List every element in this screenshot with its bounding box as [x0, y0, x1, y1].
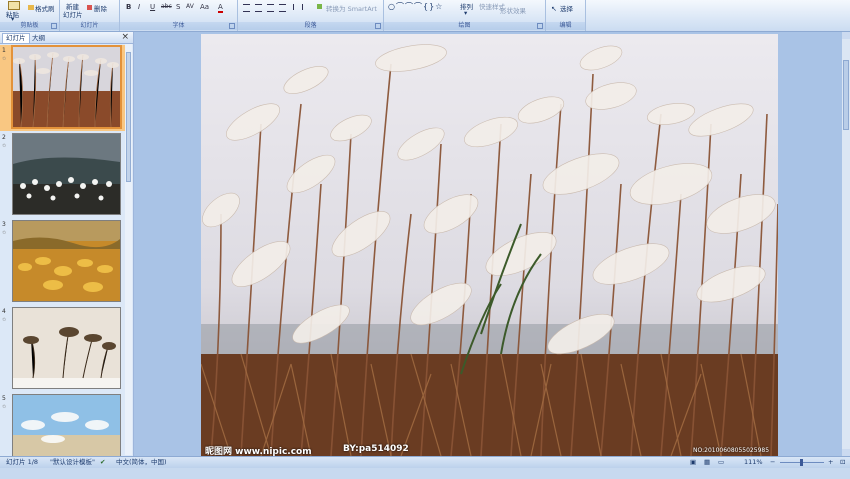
scroll-up-icon[interactable]: [842, 32, 850, 39]
clipboard-launcher-icon[interactable]: [51, 23, 57, 29]
slide-thumbnail-4[interactable]: 4 ✩: [0, 306, 126, 392]
paragraph-launcher-icon[interactable]: [375, 23, 381, 29]
select-icon: ↖: [551, 5, 557, 13]
change-case-button[interactable]: Aa: [200, 3, 209, 11]
slide-thumbnail-image: [12, 307, 121, 389]
watermark-site: 昵图网 www.nipic.com: [205, 447, 312, 456]
smartart-icon: [317, 4, 322, 9]
align-center-icon[interactable]: [255, 4, 262, 12]
drawing-group: ○⌒⌒⌒{}☆ 排列 ▾ 快速样式 形状效果 绘图: [384, 0, 546, 31]
view-normal-icon[interactable]: ▣: [690, 457, 696, 468]
reed-thumbnail-2: [13, 134, 120, 214]
current-slide[interactable]: 昵图网 www.nipic.com BY:pa514092 NO:2010060…: [201, 34, 778, 456]
thumbnail-scrollbar[interactable]: [125, 44, 132, 455]
reed-thumbnail-3: [13, 221, 120, 301]
paragraph-group-label: 段落: [238, 22, 383, 30]
align-left-icon[interactable]: [243, 4, 250, 12]
font-color-button[interactable]: A: [218, 3, 223, 13]
slide-thumbnail-image: [12, 220, 121, 302]
thumbnail-scroll-thumb[interactable]: [126, 52, 131, 182]
zoom-slider-thumb[interactable]: [800, 459, 803, 466]
spellcheck-icon[interactable]: ✔: [100, 457, 105, 468]
pane-tabs: 幻灯片 大纲 ×: [0, 32, 133, 44]
animation-star-icon: ✩: [2, 143, 7, 149]
bold-button[interactable]: B: [126, 3, 131, 11]
slides-group-label: 幻灯片: [60, 22, 119, 30]
drawing-launcher-icon[interactable]: [537, 23, 543, 29]
format-painter-icon: [28, 5, 34, 10]
ribbon: 粘贴 ▾ 格式刷 剪贴板 新建 幻灯片 删除 幻灯片 B I U abc S A…: [0, 0, 850, 32]
clipboard-group: 粘贴 ▾ 格式刷 剪贴板: [0, 0, 60, 31]
status-bar: 幻灯片 1/8 "默认设计模板" ✔ 中文(简体，中国) ▣ ▦ ▭ 111% …: [0, 456, 850, 468]
delete-icon: [87, 5, 92, 10]
animation-star-icon: ✩: [2, 317, 7, 323]
format-painter-button[interactable]: 格式刷: [35, 3, 55, 13]
scroll-down-icon[interactable]: [842, 449, 850, 456]
font-launcher-icon[interactable]: [229, 23, 235, 29]
char-spacing-button[interactable]: AV: [186, 3, 194, 10]
view-show-icon[interactable]: ▭: [718, 457, 724, 468]
animation-star-icon: ✩: [2, 230, 7, 236]
arrange-dropdown-icon[interactable]: ▾: [464, 9, 467, 17]
view-sorter-icon[interactable]: ▦: [704, 457, 710, 468]
align-right-icon[interactable]: [267, 4, 274, 12]
slide-thumbnail-image: [11, 45, 122, 129]
reed-photo: [201, 34, 778, 456]
tab-outline[interactable]: 大纲: [28, 33, 49, 43]
shadow-button[interactable]: S: [176, 3, 180, 11]
close-icon[interactable]: ×: [121, 32, 129, 43]
theme-name: "默认设计模板": [50, 458, 95, 466]
slide-thumbnail-image: [12, 133, 121, 215]
shape-effects-button[interactable]: 形状效果: [500, 5, 526, 15]
delete-button[interactable]: 删除: [94, 3, 107, 13]
slides-pane: 幻灯片 大纲 × 1 ✩ 2 ✩ 3 ✩ 4 ✩ 5 ✩: [0, 32, 134, 458]
slide-thumbnail-image: [12, 394, 121, 458]
zoom-out-icon[interactable]: −: [770, 457, 775, 468]
slide-number: 1: [2, 47, 6, 54]
watermark-number: NO:20100608055025985: [693, 447, 770, 454]
font-group-label: 字体: [120, 22, 237, 30]
animation-star-icon: ✩: [2, 404, 7, 410]
slide-thumbnail-2[interactable]: 2 ✩: [0, 132, 126, 218]
fit-window-icon[interactable]: ⊡: [840, 457, 845, 468]
reed-thumbnail-4: [13, 308, 120, 388]
watermark-author: BY:pa514092: [343, 444, 409, 454]
reed-thumbnail-5: [13, 395, 120, 457]
slide-thumbnail-3[interactable]: 3 ✩: [0, 219, 126, 305]
drawing-group-label: 绘图: [384, 22, 545, 30]
zoom-in-icon[interactable]: +: [828, 457, 833, 468]
editing-group: ↖ 选择 编辑: [546, 0, 586, 31]
language-status: 中文(简体，中国): [116, 458, 167, 466]
slide-number: 3: [2, 221, 6, 228]
justify-icon[interactable]: [279, 4, 286, 12]
reed-thumbnail-1: [13, 47, 120, 127]
columns-icon[interactable]: [293, 4, 303, 10]
editing-group-label: 编辑: [546, 22, 585, 30]
slide-thumbnail-1[interactable]: 1 ✩: [0, 45, 126, 131]
slide-count: 幻灯片 1/8: [6, 458, 39, 466]
slide-number: 2: [2, 134, 6, 141]
slide-editor: 昵图网 www.nipic.com BY:pa514092 NO:2010060…: [134, 32, 842, 456]
editor-scroll-thumb[interactable]: [843, 60, 849, 130]
convert-smartart-button[interactable]: 转换为 SmartArt: [326, 3, 377, 13]
zoom-level[interactable]: 111%: [744, 457, 763, 468]
animation-star-icon: ✩: [2, 56, 7, 62]
font-group: B I U abc S AV Aa A 字体: [120, 0, 238, 31]
select-button[interactable]: 选择: [560, 3, 573, 13]
slides-group: 新建 幻灯片 删除 幻灯片: [60, 0, 120, 31]
slide-number: 4: [2, 308, 6, 315]
underline-button[interactable]: U: [150, 3, 155, 11]
editor-scrollbar[interactable]: [842, 32, 850, 456]
slide-number: 5: [2, 395, 6, 402]
shapes-gallery[interactable]: ○⌒⌒⌒{}☆: [388, 1, 443, 12]
italic-button[interactable]: I: [138, 3, 140, 11]
paragraph-group: 转换为 SmartArt 段落: [238, 0, 384, 31]
tab-slides[interactable]: 幻灯片: [2, 33, 30, 43]
strikethrough-button[interactable]: abc: [161, 3, 172, 10]
new-slide-button-line2[interactable]: 幻灯片: [63, 9, 83, 19]
